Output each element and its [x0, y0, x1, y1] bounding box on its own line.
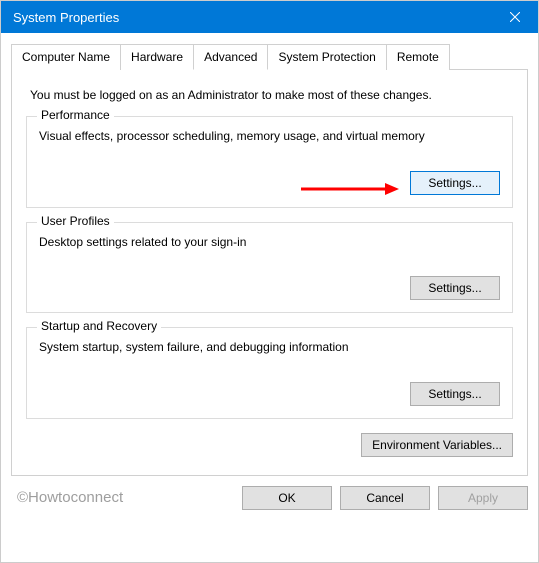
tab-hardware[interactable]: Hardware	[120, 44, 194, 70]
tab-system-protection[interactable]: System Protection	[267, 44, 386, 70]
group-performance-title: Performance	[37, 108, 114, 122]
group-user-profiles-desc: Desktop settings related to your sign-in	[39, 235, 500, 251]
performance-settings-button[interactable]: Settings...	[410, 171, 500, 195]
tab-panel-advanced: You must be logged on as an Administrato…	[11, 70, 528, 476]
group-user-profiles: User Profiles Desktop settings related t…	[26, 222, 513, 314]
watermark: ©Howtoconnect	[17, 489, 123, 506]
admin-notice: You must be logged on as an Administrato…	[30, 88, 513, 102]
user-profiles-settings-button[interactable]: Settings...	[410, 276, 500, 300]
environment-variables-button[interactable]: Environment Variables...	[361, 433, 513, 457]
tab-advanced[interactable]: Advanced	[193, 44, 268, 70]
close-icon	[510, 9, 520, 25]
close-button[interactable]	[492, 1, 538, 33]
startup-recovery-settings-button[interactable]: Settings...	[410, 382, 500, 406]
tab-strip: Computer Name Hardware Advanced System P…	[11, 43, 528, 70]
group-user-profiles-title: User Profiles	[37, 214, 114, 228]
group-performance-desc: Visual effects, processor scheduling, me…	[39, 129, 500, 145]
apply-button[interactable]: Apply	[438, 486, 528, 510]
group-startup-recovery-desc: System startup, system failure, and debu…	[39, 340, 500, 356]
group-startup-recovery: Startup and Recovery System startup, sys…	[26, 327, 513, 419]
dialog-footer: ©Howtoconnect OK Cancel Apply	[1, 476, 538, 520]
ok-button[interactable]: OK	[242, 486, 332, 510]
dialog-content: Computer Name Hardware Advanced System P…	[1, 33, 538, 476]
group-performance: Performance Visual effects, processor sc…	[26, 116, 513, 208]
cancel-button[interactable]: Cancel	[340, 486, 430, 510]
window-title: System Properties	[13, 10, 119, 25]
titlebar: System Properties	[1, 1, 538, 33]
tab-computer-name[interactable]: Computer Name	[11, 44, 121, 70]
group-startup-recovery-title: Startup and Recovery	[37, 319, 161, 333]
tab-remote[interactable]: Remote	[386, 44, 450, 70]
